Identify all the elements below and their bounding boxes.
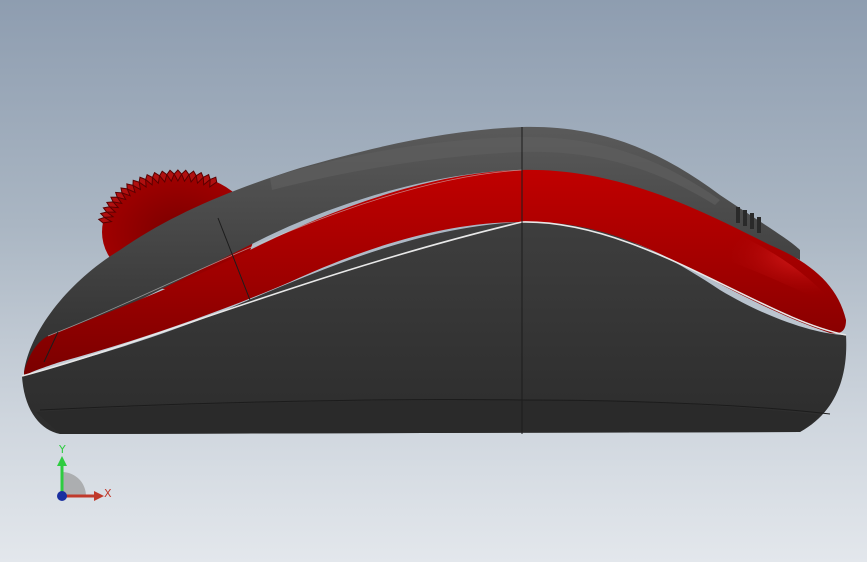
coordinate-triad [57,456,104,501]
mouse-model-side-view[interactable] [0,0,867,562]
graphics-viewport[interactable]: X Y [0,0,867,562]
axis-y-label: Y [59,443,66,456]
axis-x-label: X [104,487,112,500]
